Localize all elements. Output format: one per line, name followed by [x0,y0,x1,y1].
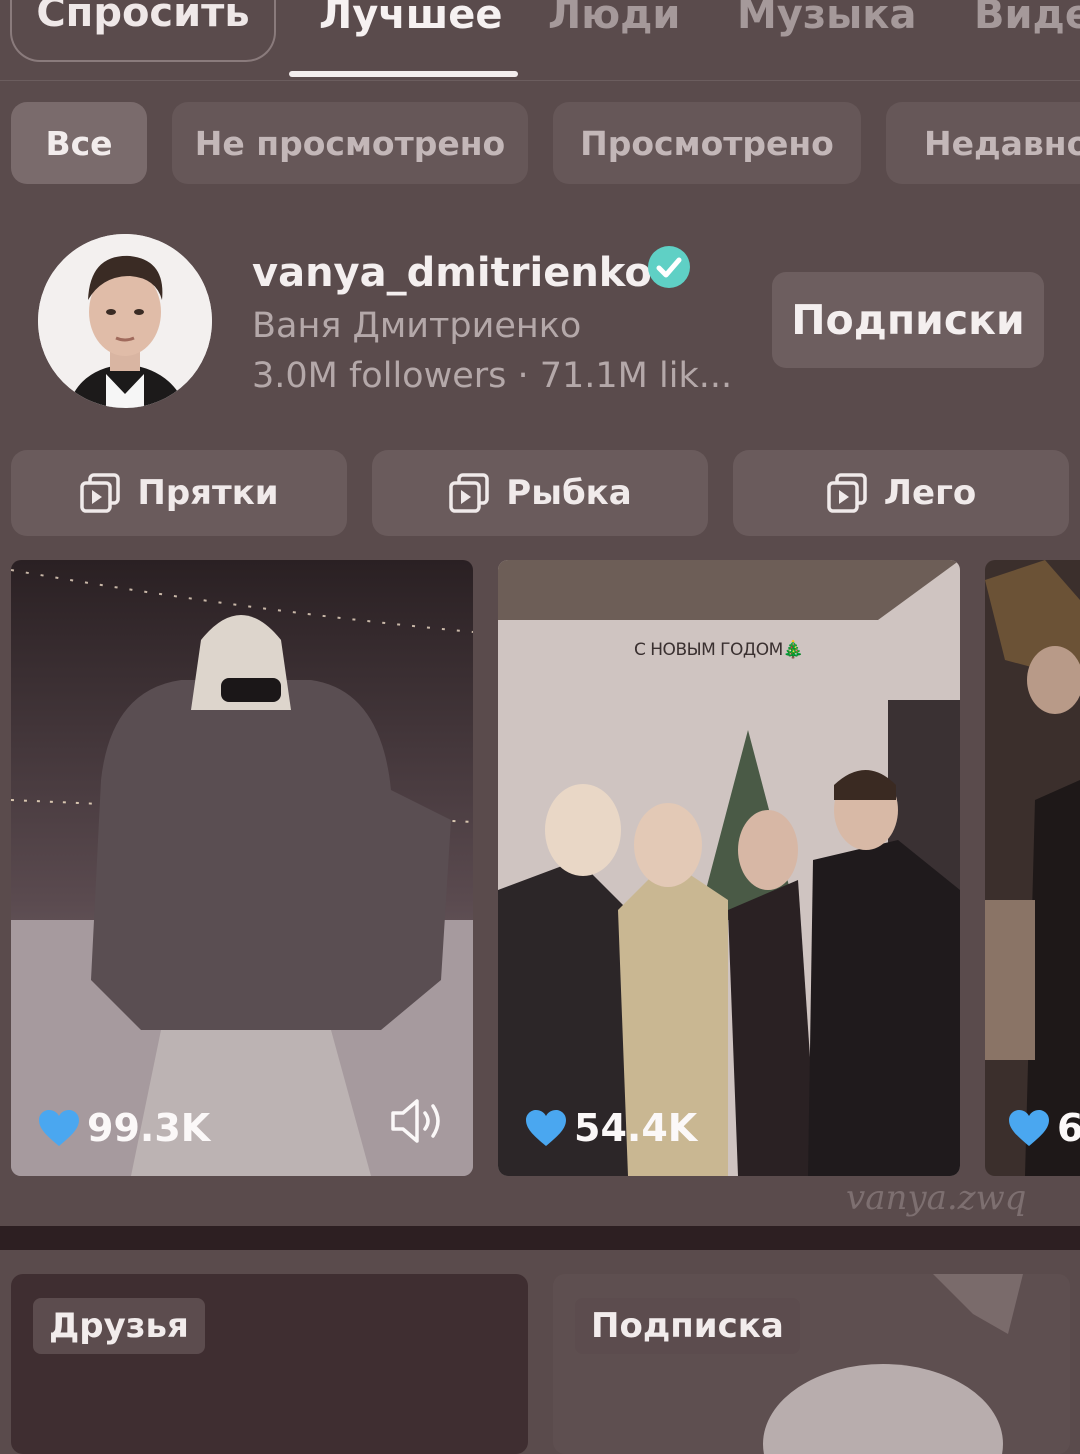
top-tab-bar: Спросить Лучшее Люди Музыка Виде [0,0,1080,81]
profile-stats: 3.0M followers · 71.1M lik... [252,356,733,396]
filter-recent[interactable]: Недавно [886,102,1080,184]
playlist-button-hide-and-seek[interactable]: Прятки [11,450,347,536]
username[interactable]: vanya_dmitrienkoo [252,250,679,296]
video-likes: 6 [1007,1106,1080,1150]
likes-count: 54.4K [574,1106,698,1150]
ask-button[interactable]: Спросить [10,0,276,62]
playlist-button-lego[interactable]: Лего [733,450,1069,536]
subscription-label: Подписка [575,1298,800,1354]
subscriptions-button[interactable]: Подписки [772,272,1044,368]
filter-watched[interactable]: Просмотрено [553,102,861,184]
friends-label: Друзья [33,1298,205,1354]
tab-music[interactable]: Музыка [737,0,916,38]
heart-icon [1009,1110,1049,1146]
avatar[interactable] [38,234,212,408]
playlist-label: Рыбка [506,473,632,513]
video-card[interactable]: С НОВЫМ ГОДОМ🎄 54.4K [498,560,960,1176]
video-likes: 54.4K [524,1106,697,1150]
display-name: Ваня Дмитриенко [252,306,582,346]
tab-video[interactable]: Виде [974,0,1080,38]
heart-icon [39,1110,79,1146]
video-thumbnail [11,560,473,1176]
playlist-icon [449,473,490,513]
playlist-label: Прятки [137,473,279,513]
playlist-label: Лего [883,473,977,513]
filter-all[interactable]: Все [11,102,147,184]
video-thumbnail [985,560,1080,1176]
sound-icon[interactable] [389,1096,447,1146]
playlist-button-fish[interactable]: Рыбка [372,450,708,536]
friends-card[interactable]: Друзья [11,1274,528,1454]
playlist-icon [827,473,867,513]
video-card[interactable]: 6 [985,560,1080,1176]
video-likes: 99.3K [37,1106,210,1150]
likes-count: 99.3K [87,1106,211,1150]
heart-icon [526,1110,566,1146]
video-card[interactable]: 99.3K [11,560,473,1176]
filter-unwatched[interactable]: Не просмотрено [172,102,528,184]
watermark: vanya.zwq [846,1178,1027,1218]
tab-best[interactable]: Лучшее [319,0,503,38]
verified-badge-icon [648,246,690,288]
subscription-card[interactable]: Подписка [553,1274,1070,1454]
avatar-portrait [38,234,212,408]
active-tab-indicator [289,71,518,77]
tab-people[interactable]: Люди [548,0,680,38]
video-caption: С НОВЫМ ГОДОМ🎄 [634,640,804,660]
section-divider [0,1226,1080,1250]
playlist-icon [80,473,121,513]
likes-count: 6 [1057,1106,1080,1150]
